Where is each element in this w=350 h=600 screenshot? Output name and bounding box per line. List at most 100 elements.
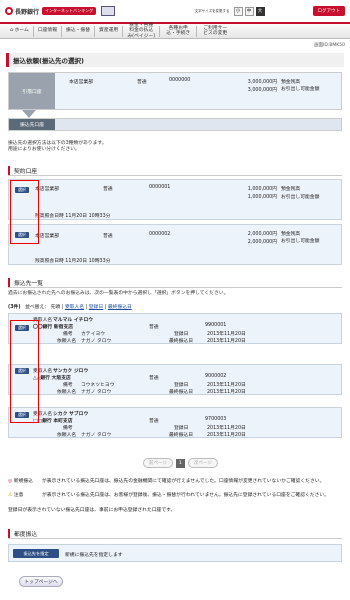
requester-label: 依頼人名 (57, 390, 77, 395)
balance-amount: 3,000,000円 (247, 80, 277, 85)
nav-transfer[interactable]: 振込・振替 (62, 28, 94, 34)
payee-list-title: 振込先一覧 (8, 278, 43, 287)
computer-icon (101, 6, 116, 16)
balance-timestamp: 残高照会日時 11月20日 10時33分 (35, 214, 111, 219)
header: 長野銀行 インターネットバンキング 文字サイズを変更する 小 中 大 ログアウト (0, 0, 350, 22)
top-page-label: トップページへ (24, 580, 58, 585)
contract-account-row: 選択 本店営業部 普通 0000002 2,000,000円 預金残高 2,00… (8, 224, 342, 265)
bank-name: 長野銀行 (15, 8, 40, 16)
logout-button[interactable]: ログアウト (312, 6, 345, 16)
nav-applications[interactable]: 各種お申込・手続き (160, 26, 196, 37)
legend-caution-key: ⚠ 注意 (8, 493, 23, 499)
account-type: 普通 (149, 376, 159, 381)
legend-caution: ⚠ 注意 が表示されている振込先口座は、お客様が登録後、振込・振替が行われていま… (8, 493, 342, 506)
caution-icon: ⚠ (8, 493, 13, 498)
divider (8, 175, 342, 176)
destination-account-panel: 振込先口座 (8, 118, 342, 131)
last-transfer-date: 2013年11月20日 (207, 339, 246, 344)
memo-label: 備考 (63, 332, 73, 337)
requester-label: 依頼人名 (57, 433, 77, 438)
font-size-small-button[interactable]: 小 (233, 6, 243, 16)
branch-name: 本店営業部 (69, 80, 93, 85)
withdrawal-account-tag: 引落口座 (9, 73, 55, 109)
registered-date: 2013年11月20日 (207, 332, 246, 337)
nav-home-label: ホーム (14, 28, 29, 34)
warning-icon: ◎ (8, 479, 13, 484)
global-nav: ⌂ ホーム 口座情報 振込・振替 資産運用 税金・各種料金の払込み(ペイジー) … (0, 22, 350, 39)
legend-registered-text: 登録日が表示されていない振込先口座は、事前にお申込登録された口座です。 (8, 508, 176, 513)
payee-row: 選択 受取人名 マルマル イチロウ 〇〇銀行 新宿支店 普通 9900001 備… (8, 313, 342, 344)
bank-logo-icon (5, 7, 13, 15)
payee-name: マルマル イチロウ (53, 318, 94, 323)
font-size-medium-button[interactable]: 中 (244, 6, 254, 16)
sort-by-registered-link[interactable]: 登録日 (89, 305, 103, 310)
screen-id: 画面ID:BMK50 (314, 43, 345, 48)
last-transfer-label: 最終振込日 (169, 433, 193, 438)
account-type: 普通 (149, 325, 159, 330)
select-buttons-highlight (10, 320, 39, 423)
destination-account-tag: 振込先口座 (9, 119, 55, 130)
account-number: 9900001 (205, 323, 227, 328)
select-buttons-highlight (10, 180, 39, 244)
current-page: 1 (175, 458, 185, 468)
legend-key-label: 注意 (13, 493, 24, 498)
legend-caution-text: が表示されている振込先口座は、お客様が登録後、振込・振替が行われていません。振込… (42, 493, 330, 498)
payee-name: シカク サブロウ (53, 412, 89, 417)
balance-amount: 2,000,000円 (247, 232, 277, 237)
top-page-button[interactable]: トップページへ (19, 576, 63, 587)
prev-page-button[interactable]: 前ページ (143, 458, 173, 468)
nav-payeasy[interactable]: 税金・各種料金の払込み(ペイジー) (123, 23, 159, 40)
specify-payee-button[interactable]: 振込先を指定 (13, 549, 59, 558)
legend-new-text: が表示されている振込先口座は、振込先の金融機関にて確認が行えませんでした。口座情… (42, 479, 325, 484)
sort-by-last-transfer-link[interactable]: 最終振込日 (108, 305, 132, 310)
payee-count: (3件) (8, 305, 21, 310)
font-size-label: 文字サイズを変更する (194, 9, 230, 13)
sort-by-first[interactable]: 先頭 (51, 305, 61, 310)
withdrawal-account-panel: 引落口座 本店営業部 普通 0000000 3,000,000円 預金残高 3,… (8, 72, 342, 110)
account-type: 普通 (103, 187, 113, 192)
balance-label: 預金残高 (281, 187, 301, 192)
account-type: 普通 (137, 80, 147, 85)
contract-account-row: 選択 本店営業部 普通 0000001 1,000,000円 預金残高 1,00… (8, 179, 342, 220)
bank-logo[interactable]: 長野銀行 (5, 7, 39, 16)
page-title: 振込依頼(振込先の選択) (6, 53, 344, 67)
nav-asset[interactable]: 資産運用 (95, 28, 122, 34)
balance-amount: 1,000,000円 (247, 187, 277, 192)
nav-service-change[interactable]: ご利用サービスの変更 (197, 26, 233, 37)
contract-accounts-title: 契約口座 (8, 166, 37, 175)
registered-label: 登録日 (174, 383, 189, 388)
legend-new-key: ◎ 新規振込 (8, 479, 33, 485)
memo-label: 備考 (63, 426, 73, 431)
nav-home[interactable]: ⌂ ホーム (6, 28, 33, 34)
registered-date: 2013年11月20日 (207, 383, 246, 388)
account-number: 0000000 (169, 78, 191, 83)
intro-text: 振込先の選択方法は以下の3種類があります。 用途によりお使い分けください。 (8, 141, 107, 153)
legend-new: ◎ 新規振込 が表示されている振込先口座は、振込先の金融機関にて確認が行えません… (8, 479, 342, 492)
account-number: 9000002 (205, 374, 227, 379)
requester: ナガノ タロウ (81, 390, 112, 395)
withdrawable-label: お引出し可能金額 (281, 239, 320, 244)
registered-label: 登録日 (174, 426, 189, 431)
requester: ナガノ タロウ (81, 433, 112, 438)
next-page-button[interactable]: 次ページ (187, 458, 218, 468)
account-number: 0000001 (149, 185, 171, 190)
payee-bank: 〇〇銀行 新宿支店 (33, 325, 74, 330)
withdrawable-amount: 3,000,000円 (247, 88, 277, 93)
font-size-large-button[interactable]: 大 (255, 6, 265, 16)
sort-label: 並べ替え： (25, 305, 50, 310)
last-transfer-date: 2013年11月20日 (207, 433, 246, 438)
intro-line: 用途によりお使い分けください。 (8, 147, 80, 152)
registered-date: 2013年11月20日 (207, 426, 246, 431)
sort-by-name-link[interactable]: 受取人名 (65, 305, 84, 310)
account-number: 9700003 (205, 417, 227, 422)
withdrawable-label: お引出し可能金額 (281, 195, 320, 200)
legend-key-label: 新規振込 (13, 479, 33, 484)
legend-registered: 登録日が表示されていない振込先口座は、事前にお申込登録された口座です。 (8, 508, 342, 515)
service-badge: インターネットバンキング (42, 7, 97, 15)
sort-bar: (3件) 並べ替え： 先頭 | 受取人名 | 登録日 | 最終振込日 (8, 305, 132, 310)
nav-account-info[interactable]: 口座情報 (34, 28, 61, 34)
memo: コウネツヒヨウ (81, 383, 115, 388)
divider (8, 287, 342, 288)
last-transfer-label: 最終振込日 (169, 339, 193, 344)
requester: ナガノ タロウ (81, 339, 112, 344)
